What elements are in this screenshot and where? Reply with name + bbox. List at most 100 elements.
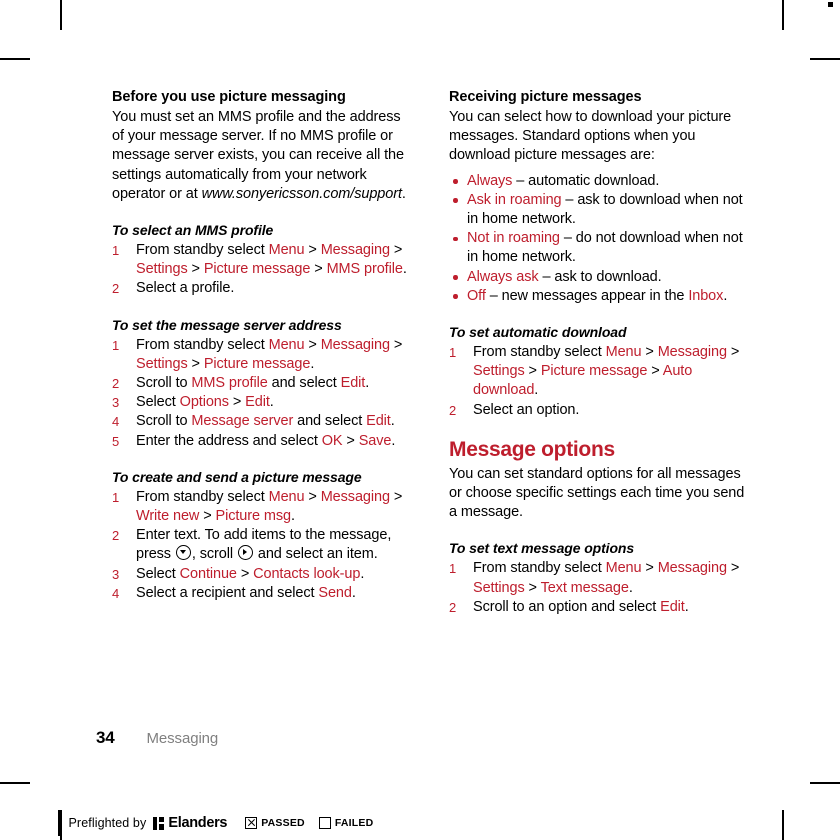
section-heading-message-options: Message options	[449, 437, 615, 461]
body-text: From standby select	[473, 560, 606, 577]
bullet-icon	[453, 294, 458, 299]
body-text: >	[342, 432, 359, 449]
body-text: .	[390, 413, 395, 430]
steps-auto-download: 1 From standby select Menu > Messaging > …	[449, 343, 752, 420]
body-text: .	[534, 382, 539, 399]
procedure-step: 4 Select a recipient and select Send.	[112, 584, 415, 603]
intro-text-suffix: .	[401, 185, 406, 202]
body-text: and select	[267, 375, 341, 392]
menu-keyword: Save	[358, 432, 392, 449]
body-text: >	[524, 363, 541, 380]
menu-keyword: Edit	[245, 394, 270, 411]
procedure-step: 1 From standby select Menu > Messaging > …	[449, 559, 752, 597]
body-text: Select	[136, 394, 180, 411]
menu-keyword: MMS profile	[326, 261, 403, 278]
navkey-down-icon	[175, 545, 191, 561]
procedure-step: 2 Scroll to MMS profile and select Edit.	[112, 374, 415, 393]
body-text: From standby select	[136, 488, 269, 505]
body-text: >	[641, 344, 658, 361]
body-text: Enter the address and select	[136, 432, 322, 449]
body-text: >	[726, 560, 740, 577]
body-text: >	[726, 344, 740, 361]
support-url: www.sonyericsson.com/support	[201, 185, 402, 202]
step-number: 1	[112, 337, 120, 353]
menu-keyword: Ask in roaming	[467, 191, 562, 208]
body-text: .	[391, 432, 396, 449]
menu-keyword: Message server	[191, 413, 294, 430]
preflight-status-passed: PASSED FAILED	[245, 817, 387, 829]
body-text: Select an option.	[473, 401, 580, 418]
preflight-brand: Elanders	[168, 815, 228, 831]
body-text: From standby select	[136, 242, 269, 259]
menu-keyword: Not in roaming	[467, 230, 560, 247]
body-text: Scroll to	[136, 375, 192, 392]
navkey-right-icon	[237, 545, 253, 561]
step-number: 5	[112, 433, 120, 449]
body-text: Select	[136, 565, 180, 582]
menu-keyword: Always ask	[467, 268, 539, 285]
procedure-list-left: To select an MMS profile 1 From standby se…	[112, 221, 415, 603]
left-column: Before you use picture messaging You mus…	[112, 88, 415, 617]
body-text: >	[389, 488, 403, 505]
menu-keyword: Settings	[136, 355, 188, 372]
step-number: 1	[449, 345, 457, 361]
menu-keyword: Menu	[605, 344, 642, 361]
body-text: .	[723, 287, 728, 304]
menu-keyword: Menu	[605, 560, 642, 577]
bullet-icon	[453, 236, 458, 242]
body-text: >	[199, 508, 216, 525]
body-text: >	[304, 488, 321, 505]
step-number: 4	[112, 585, 120, 601]
menu-keyword: Picture message	[203, 355, 311, 372]
procedure-steps: 1 From standby select Menu > Messaging > …	[112, 241, 415, 299]
failed-checkbox-icon	[318, 817, 331, 829]
elanders-logo-icon	[153, 816, 165, 830]
menu-keyword: Settings	[473, 363, 525, 380]
procedure-step: 4 Scroll to Message server and select Edi…	[112, 412, 415, 431]
body-text: and select	[293, 413, 367, 430]
two-column-layout: Before you use picture messaging You mus…	[112, 88, 752, 617]
failed-label: FAILED	[334, 817, 374, 829]
body-text: >	[228, 394, 246, 411]
procedure-step: 1 From standby select Menu > Messaging > …	[112, 488, 415, 526]
menu-keyword: Continue	[179, 565, 237, 582]
bullet-icon	[453, 275, 458, 280]
procedure-steps: 1 From standby select Menu > Messaging > …	[112, 336, 415, 451]
procedure-step: 2 Select an option.	[449, 401, 752, 420]
body-text: >	[647, 363, 663, 380]
menu-keyword: Messaging	[320, 336, 390, 353]
step-number: 3	[112, 566, 120, 582]
procedure-heading-text-message-options: To set text message options	[449, 540, 635, 557]
download-options-list: Always – automatic download. Ask in roami…	[449, 172, 752, 306]
body-text: From standby select	[136, 336, 269, 353]
body-text: Scroll to	[136, 413, 192, 430]
body-text: – automatic download.	[512, 172, 660, 189]
body-text: >	[236, 565, 254, 582]
menu-keyword: Settings	[136, 261, 188, 278]
procedure-heading: To set the message server address	[112, 316, 342, 333]
menu-keyword: Inbox	[688, 287, 724, 304]
procedure-step: 2 Scroll to an option and select Edit.	[449, 598, 752, 617]
menu-keyword: OK	[321, 432, 343, 449]
body-text: From standby select	[473, 344, 606, 361]
bullet-icon	[453, 198, 458, 203]
body-text: >	[641, 560, 658, 577]
receiving-paragraph: You can select how to download your pict…	[449, 109, 732, 164]
body-text: – new messages appear in the	[485, 287, 689, 304]
menu-keyword: Edit	[660, 598, 685, 615]
menu-keyword: Messaging	[320, 488, 390, 505]
section-heading-before-you-use: Before you use picture messaging	[112, 89, 346, 105]
menu-keyword: Messaging	[657, 344, 727, 361]
body-text: >	[187, 261, 204, 278]
section-heading-receiving-picture-messages: Receiving picture messages	[449, 89, 642, 105]
procedure-step: 1 From standby select Menu > Messaging > …	[112, 336, 415, 374]
step-number: 2	[112, 528, 120, 544]
menu-keyword: Contacts look-up	[253, 565, 361, 582]
list-item: Always ask – ask to download.	[449, 268, 752, 287]
preflight-bar: Preflighted by Elanders PASSED FAILED	[58, 806, 387, 840]
step-number: 4	[112, 414, 120, 430]
body-text: .	[310, 355, 315, 372]
body-text: – ask to download.	[538, 268, 662, 285]
procedure-step: 1 From standby select Menu > Messaging > …	[112, 241, 415, 279]
procedure-step: 5 Enter the address and select OK > Save.	[112, 432, 415, 451]
